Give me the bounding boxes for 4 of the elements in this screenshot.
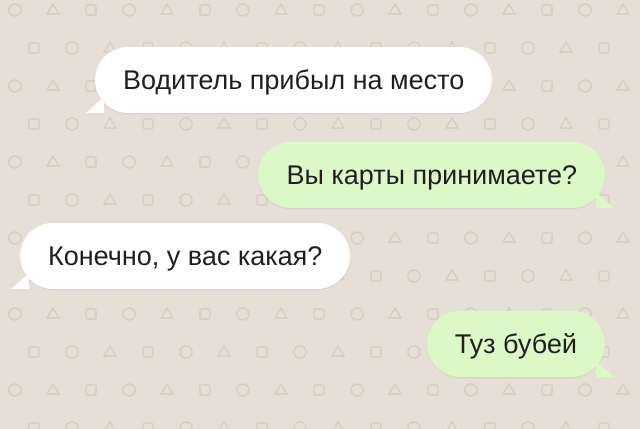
bubble-tail-icon xyxy=(11,273,29,289)
bubble-tail-icon xyxy=(86,97,104,113)
bubble-tail-icon xyxy=(596,361,614,377)
bubble-tail-icon xyxy=(596,192,614,208)
